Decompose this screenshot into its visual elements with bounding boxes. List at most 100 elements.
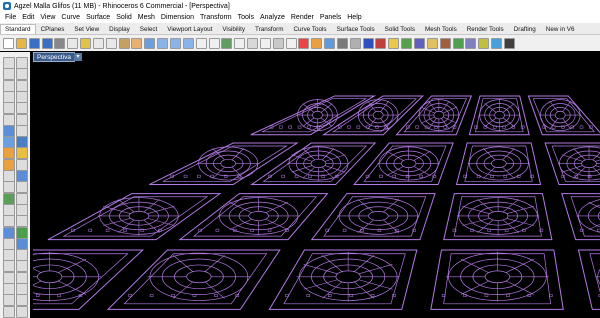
sidebar-tool-icon[interactable] bbox=[3, 271, 15, 284]
sidebar-tool-icon[interactable] bbox=[16, 181, 28, 194]
menu-view[interactable]: View bbox=[37, 14, 58, 21]
viewport-menu-arrow[interactable]: ▾ bbox=[74, 53, 82, 61]
tab-surface-tools[interactable]: Surface Tools bbox=[332, 24, 380, 34]
sidebar-tool-icon[interactable] bbox=[3, 283, 15, 295]
menu-file[interactable]: File bbox=[0, 14, 19, 21]
sidebar-tool-icon[interactable] bbox=[16, 237, 28, 250]
sidebar-tool-icon[interactable] bbox=[16, 124, 28, 137]
sidebar-tool-icon[interactable] bbox=[16, 68, 28, 81]
menu-transform[interactable]: Transform bbox=[197, 14, 235, 21]
tab-curve-tools[interactable]: Curve Tools bbox=[288, 24, 331, 34]
glyph-tile[interactable] bbox=[149, 142, 299, 186]
toolbar-tool-icon[interactable] bbox=[67, 37, 79, 49]
sidebar-tool-icon[interactable] bbox=[3, 226, 15, 239]
tab-viewport-layout[interactable]: Viewport Layout bbox=[162, 24, 217, 34]
tab-mesh-tools[interactable]: Mesh Tools bbox=[420, 24, 462, 34]
toolbar-tool-icon[interactable] bbox=[54, 37, 66, 49]
sidebar-tool-icon[interactable] bbox=[3, 124, 15, 137]
sidebar-tool-icon[interactable] bbox=[16, 294, 28, 307]
sidebar-tool-icon[interactable] bbox=[3, 294, 15, 307]
sidebar-tool-icon[interactable] bbox=[16, 215, 28, 228]
toolbar-tool-icon[interactable] bbox=[478, 37, 490, 49]
glyph-tile[interactable] bbox=[250, 142, 377, 186]
toolbar-tool-icon[interactable] bbox=[336, 37, 348, 49]
sidebar-tool-icon[interactable] bbox=[3, 192, 15, 205]
toolbar-tool-icon[interactable] bbox=[131, 37, 143, 49]
glyph-tile[interactable] bbox=[455, 142, 542, 186]
menu-curve[interactable]: Curve bbox=[58, 14, 83, 21]
menu-help[interactable]: Help bbox=[344, 14, 364, 21]
menu-solid[interactable]: Solid bbox=[113, 14, 135, 21]
tab-transform[interactable]: Transform bbox=[250, 24, 288, 34]
toolbar-tool-icon[interactable] bbox=[41, 37, 53, 49]
toolbar-tool-icon[interactable] bbox=[375, 37, 387, 49]
sidebar-tool-icon[interactable] bbox=[3, 147, 15, 160]
toolbar-tool-icon[interactable] bbox=[118, 37, 130, 49]
toolbar-tool-icon[interactable] bbox=[298, 37, 310, 49]
tab-new-in-v6[interactable]: New in V6 bbox=[541, 24, 580, 34]
sidebar-tool-icon[interactable] bbox=[16, 57, 28, 69]
sidebar-tool-icon[interactable] bbox=[3, 113, 15, 126]
glyph-tile[interactable] bbox=[544, 142, 600, 186]
tab-set-view[interactable]: Set View bbox=[69, 24, 104, 34]
tab-display[interactable]: Display bbox=[104, 24, 135, 34]
sidebar-tool-icon[interactable] bbox=[3, 68, 15, 81]
sidebar-tool-icon[interactable] bbox=[16, 158, 28, 171]
viewport-canvas[interactable] bbox=[33, 52, 600, 318]
sidebar-tool-icon[interactable] bbox=[3, 305, 15, 318]
toolbar-tool-icon[interactable] bbox=[452, 37, 464, 49]
sidebar-tool-icon[interactable] bbox=[16, 283, 28, 295]
toolbar-tool-icon[interactable] bbox=[169, 37, 181, 49]
menu-surface[interactable]: Surface bbox=[83, 14, 113, 21]
sidebar-tool-icon[interactable] bbox=[16, 192, 28, 205]
sidebar-tool-icon[interactable] bbox=[16, 90, 28, 103]
toolbar-tool-icon[interactable] bbox=[234, 37, 246, 49]
sidebar-tool-icon[interactable] bbox=[16, 79, 28, 92]
sidebar-tool-icon[interactable] bbox=[3, 136, 15, 149]
toolbar-tool-icon[interactable] bbox=[401, 37, 413, 49]
tab-render-tools[interactable]: Render Tools bbox=[462, 24, 509, 34]
glyph-tile[interactable] bbox=[468, 95, 530, 136]
toolbar-tool-icon[interactable] bbox=[426, 37, 438, 49]
sidebar-tool-icon[interactable] bbox=[16, 271, 28, 284]
glyph-tile[interactable] bbox=[33, 249, 145, 310]
sidebar-tool-icon[interactable] bbox=[16, 113, 28, 126]
menu-render[interactable]: Render bbox=[288, 14, 317, 21]
sidebar-tool-icon[interactable] bbox=[3, 57, 15, 69]
tab-solid-tools[interactable]: Solid Tools bbox=[380, 24, 420, 34]
sidebar-tool-icon[interactable] bbox=[3, 203, 15, 216]
toolbar-tool-icon[interactable] bbox=[362, 37, 374, 49]
toolbar-tool-icon[interactable] bbox=[491, 37, 503, 49]
sidebar-tool-icon[interactable] bbox=[3, 90, 15, 103]
tab-standard[interactable]: Standard bbox=[0, 24, 36, 34]
menu-dimension[interactable]: Dimension bbox=[158, 14, 197, 21]
toolbar-tool-icon[interactable] bbox=[388, 37, 400, 49]
sidebar-tool-icon[interactable] bbox=[16, 170, 28, 182]
sidebar-tool-icon[interactable] bbox=[3, 79, 15, 92]
toolbar-tool-icon[interactable] bbox=[259, 37, 271, 49]
toolbar-tool-icon[interactable] bbox=[247, 37, 259, 49]
glyph-tile[interactable] bbox=[268, 249, 418, 310]
menu-edit[interactable]: Edit bbox=[19, 14, 37, 21]
sidebar-tool-icon[interactable] bbox=[16, 136, 28, 149]
toolbar-tool-icon[interactable] bbox=[208, 37, 220, 49]
toolbar-tool-icon[interactable] bbox=[105, 37, 117, 49]
toolbar-tool-icon[interactable] bbox=[503, 37, 515, 49]
viewport-label[interactable]: Perspectiva bbox=[33, 52, 75, 62]
glyph-tile[interactable] bbox=[310, 193, 436, 241]
tab-select[interactable]: Select bbox=[135, 24, 163, 34]
sidebar-tool-icon[interactable] bbox=[16, 147, 28, 160]
toolbar-tool-icon[interactable] bbox=[272, 37, 284, 49]
toolbar-tool-icon[interactable] bbox=[465, 37, 477, 49]
toolbar-tool-icon[interactable] bbox=[157, 37, 169, 49]
sidebar-tool-icon[interactable] bbox=[3, 215, 15, 228]
tab-visibility[interactable]: Visibility bbox=[217, 24, 250, 34]
glyph-tile[interactable] bbox=[250, 95, 377, 136]
sidebar-tool-icon[interactable] bbox=[3, 249, 15, 262]
toolbar-tool-icon[interactable] bbox=[311, 37, 323, 49]
sidebar-tool-icon[interactable] bbox=[3, 158, 15, 171]
toolbar-tool-icon[interactable] bbox=[3, 37, 14, 49]
toolbar-tool-icon[interactable] bbox=[144, 37, 156, 49]
sidebar-tool-icon[interactable] bbox=[16, 260, 28, 273]
toolbar-tool-icon[interactable] bbox=[195, 37, 207, 49]
